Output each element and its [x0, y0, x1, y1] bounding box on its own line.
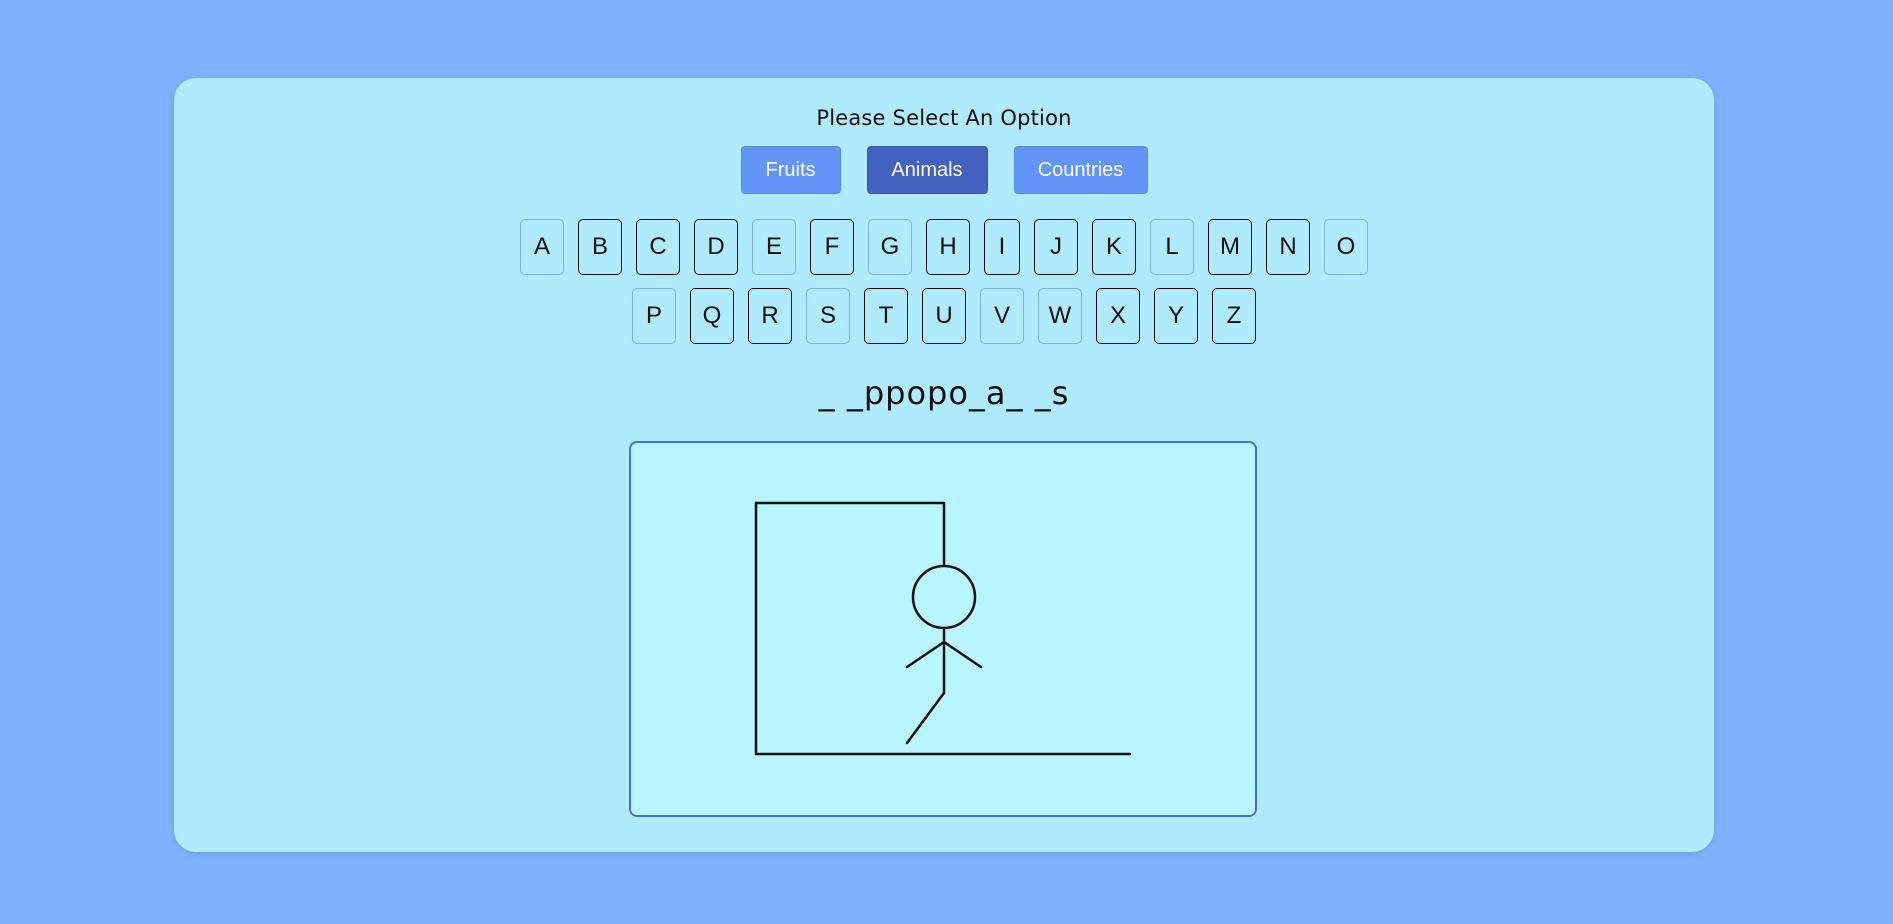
key-q[interactable]: Q [690, 288, 734, 344]
key-h[interactable]: H [926, 219, 970, 275]
key-r[interactable]: R [748, 288, 792, 344]
prompt-text: Please Select An Option [816, 106, 1072, 130]
key-v[interactable]: V [980, 288, 1024, 344]
key-l[interactable]: L [1150, 219, 1194, 275]
key-k[interactable]: K [1092, 219, 1136, 275]
key-w[interactable]: W [1038, 288, 1082, 344]
option-countries-button[interactable]: Countries [1013, 146, 1148, 194]
key-y[interactable]: Y [1154, 288, 1198, 344]
key-f[interactable]: F [810, 219, 854, 275]
key-j[interactable]: J [1034, 219, 1078, 275]
key-t[interactable]: T [864, 288, 908, 344]
option-fruits-button[interactable]: Fruits [740, 146, 841, 194]
key-n[interactable]: N [1266, 219, 1310, 275]
hangman-right-arm [942, 640, 983, 669]
hangman-head [911, 564, 977, 630]
hangman-left-arm [905, 640, 946, 669]
keyboard-row-2: PQRSTUVWXYZ [174, 288, 1714, 344]
hidden-word: _ _ppopo_a_ _s [818, 374, 1070, 412]
key-b[interactable]: B [578, 219, 622, 275]
key-d[interactable]: D [694, 219, 738, 275]
category-options: Fruits Animals Countries [174, 146, 1714, 194]
game-card: Please Select An Option Fruits Animals C… [174, 78, 1714, 852]
key-o[interactable]: O [1324, 219, 1368, 275]
key-i[interactable]: I [984, 219, 1020, 275]
key-e[interactable]: E [752, 219, 796, 275]
key-z[interactable]: Z [1212, 288, 1256, 344]
key-c[interactable]: C [636, 219, 680, 275]
key-x[interactable]: X [1096, 288, 1140, 344]
key-g[interactable]: G [868, 219, 912, 275]
hangman-canvas [629, 441, 1257, 817]
key-u[interactable]: U [922, 288, 966, 344]
option-animals-button[interactable]: Animals [866, 146, 988, 194]
hangman-left-leg [905, 691, 946, 745]
key-s[interactable]: S [806, 288, 850, 344]
key-m[interactable]: M [1208, 219, 1252, 275]
hangman-drawing [754, 501, 1132, 756]
key-a[interactable]: A [520, 219, 564, 275]
keyboard-row-1: ABCDEFGHIJKLMNO [174, 219, 1714, 275]
key-p[interactable]: P [632, 288, 676, 344]
